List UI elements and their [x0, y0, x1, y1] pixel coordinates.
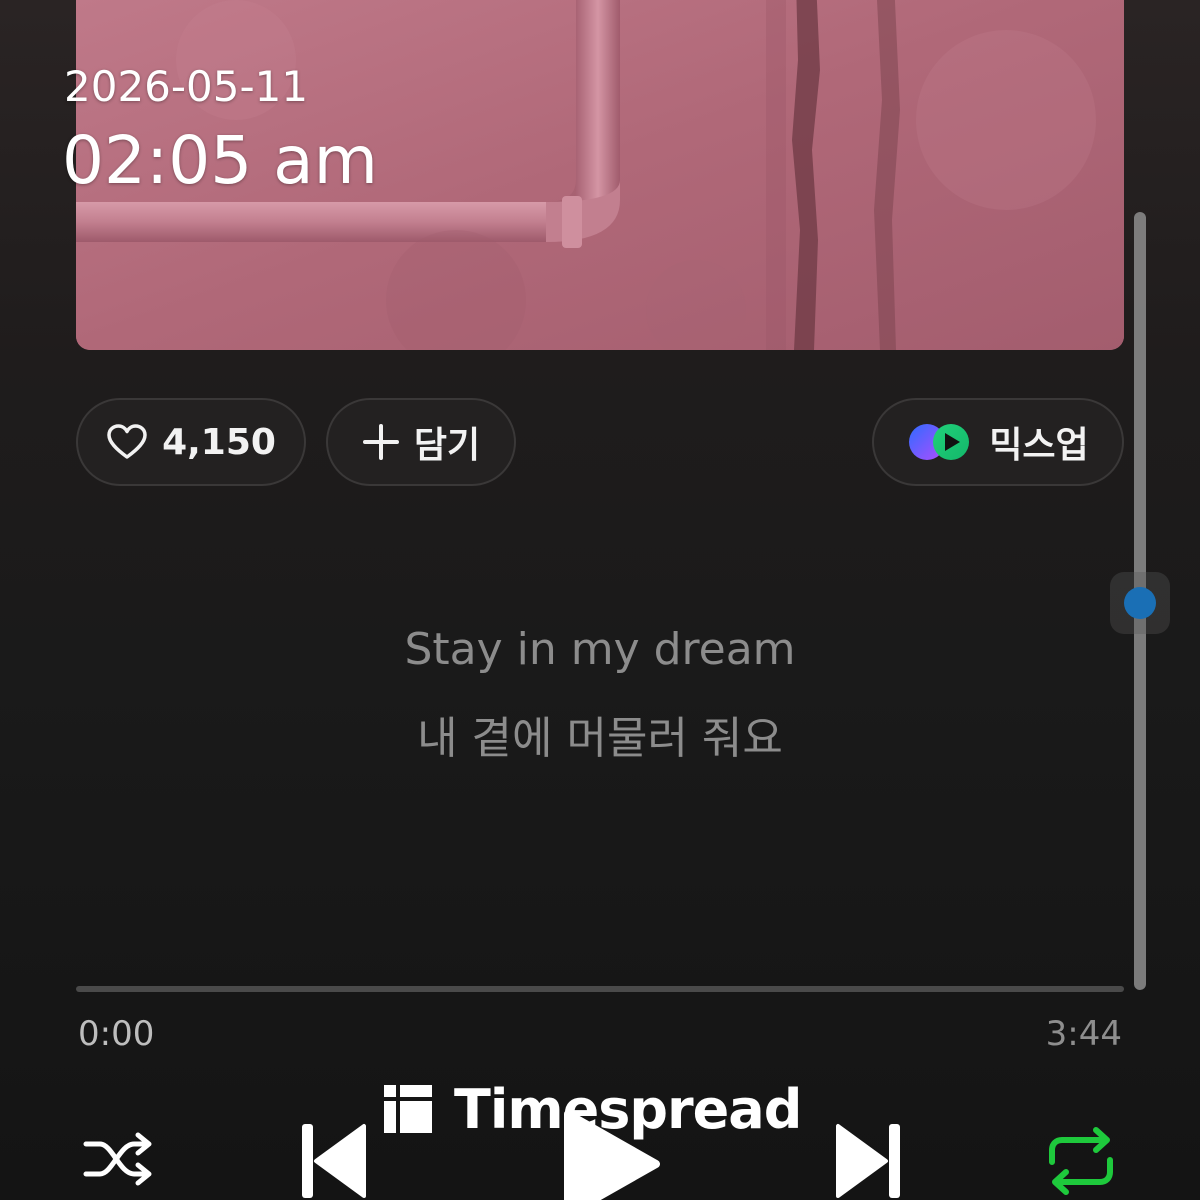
current-time: 0:00 — [78, 1014, 155, 1054]
scrollbar-thumb[interactable] — [1124, 587, 1156, 619]
shuffle-icon[interactable] — [82, 1130, 154, 1188]
repeat-icon[interactable] — [1044, 1126, 1118, 1196]
skip-next-icon[interactable] — [834, 1122, 902, 1200]
plus-icon — [362, 423, 400, 461]
timestamp-time: 02:05 am — [62, 122, 378, 199]
total-time: 3:44 — [1045, 1014, 1122, 1054]
music-player-screen: 2026-05-11 02:05 am 4,150 담기 믹스업 Stay in… — [0, 0, 1200, 1200]
like-count: 4,150 — [162, 421, 276, 463]
mixup-button[interactable]: 믹스업 — [872, 398, 1124, 486]
skip-previous-icon[interactable] — [300, 1122, 368, 1200]
heart-icon — [106, 423, 148, 461]
timespread-watermark: Timespread — [384, 1077, 802, 1141]
lyric-line-translation[interactable]: 내 곁에 머물러 줘요 — [0, 702, 1200, 766]
watermark-text: Timespread — [454, 1077, 802, 1141]
add-label: 담기 — [413, 425, 481, 466]
add-to-playlist-button[interactable]: 담기 — [326, 398, 516, 486]
timestamp-date: 2026-05-11 — [64, 62, 309, 111]
mixup-label: 믹스업 — [989, 425, 1089, 466]
lyric-line[interactable]: Stay in my dream — [0, 624, 1200, 675]
mixup-icon — [907, 422, 973, 462]
seek-bar[interactable] — [76, 986, 1124, 992]
timespread-logo-icon — [384, 1085, 432, 1133]
like-button[interactable]: 4,150 — [76, 398, 306, 486]
